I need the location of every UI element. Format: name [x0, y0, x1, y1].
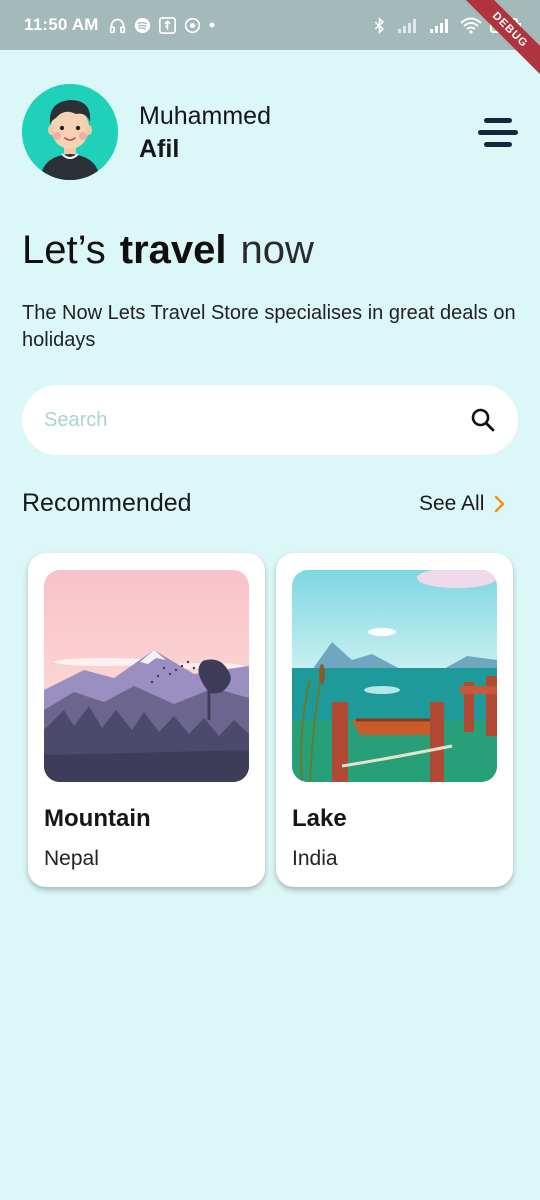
- sync-icon: [184, 17, 200, 33]
- dot-icon: [209, 22, 215, 28]
- title-word-lets: Let’s: [22, 228, 106, 272]
- menu-button[interactable]: [474, 112, 522, 152]
- title-word-travel: travel: [119, 228, 227, 272]
- wifi-icon: [460, 17, 482, 34]
- signal-icon-2: [430, 18, 448, 33]
- user-first-name: Muhammed: [139, 102, 271, 130]
- spotify-icon: [134, 17, 150, 33]
- title-word-now: now: [240, 228, 314, 272]
- signal-icon: [398, 18, 416, 33]
- status-notification-icons: [109, 16, 215, 34]
- headphones-icon: [109, 18, 125, 33]
- status-time: 11:50 AM: [24, 15, 99, 34]
- card-title: Mountain: [44, 805, 151, 832]
- avatar-illustration: [22, 84, 118, 180]
- search-input[interactable]: [44, 408, 470, 432]
- chevron-right-icon: [495, 495, 505, 513]
- card-location: Nepal: [44, 847, 99, 870]
- destination-card-mountain[interactable]: Mountain Nepal: [28, 553, 265, 887]
- page-title: Let’s travel now: [22, 228, 314, 273]
- see-all-link[interactable]: See All: [419, 492, 506, 516]
- bluetooth-icon: [374, 16, 385, 34]
- user-last-name: Afil: [139, 135, 180, 163]
- mountain-image: [44, 570, 249, 782]
- menu-icon-bar: [484, 141, 512, 147]
- section-title-recommended: Recommended: [22, 489, 192, 517]
- search-icon[interactable]: [470, 407, 496, 433]
- card-title: Lake: [292, 805, 347, 832]
- status-bar: 11:50 AM 19: [0, 0, 540, 50]
- lake-image: [292, 570, 497, 782]
- page-subtitle: The Now Lets Travel Store specialises in…: [22, 302, 516, 351]
- search-bar[interactable]: [22, 385, 518, 455]
- destination-card-lake[interactable]: Lake India: [276, 553, 513, 887]
- menu-icon-bar: [484, 117, 512, 123]
- avatar[interactable]: [22, 84, 118, 180]
- see-all-label: See All: [419, 492, 485, 515]
- card-location: India: [292, 847, 338, 870]
- menu-icon-bar: [478, 129, 518, 135]
- usb-icon: [158, 16, 176, 34]
